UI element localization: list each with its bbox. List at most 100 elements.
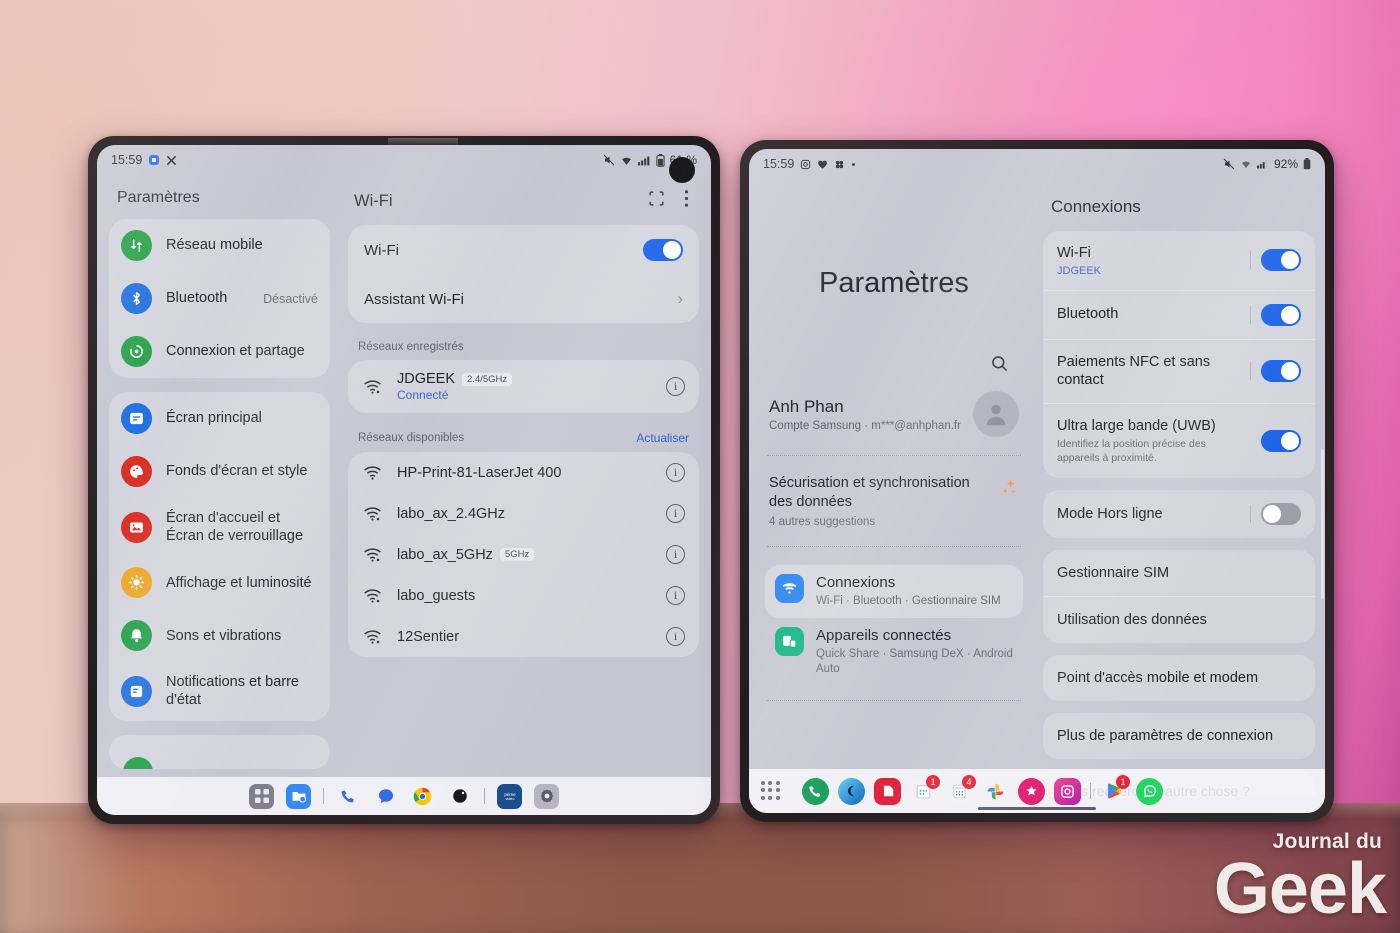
sidebar-item-ecran-accueil-verrouillage[interactable]: Écran d'accueil et Écran de verrouillage: [109, 498, 330, 556]
conn-row-wifi[interactable]: Wi-Fi JDGEEK: [1043, 231, 1315, 290]
conn-row-nfc[interactable]: Paiements NFC et sans contact: [1043, 338, 1315, 403]
available-network-badge: 5GHz: [499, 548, 535, 561]
uwb-switch[interactable]: [1261, 430, 1301, 453]
sidebar-item-affichage-luminosite[interactable]: Affichage et luminosité: [109, 556, 330, 609]
sidebar-item-ecran-principal[interactable]: Écran principal: [109, 392, 330, 445]
category-connexions[interactable]: Connexions Wi-Fi · Bluetooth · Gestionna…: [765, 564, 1023, 618]
info-icon[interactable]: i: [666, 463, 685, 482]
app-drawer-dots-icon[interactable]: [761, 781, 781, 801]
wifi-switch[interactable]: [1261, 249, 1301, 272]
conn-row-uwb[interactable]: Ultra large bande (UWB) Identifiez la po…: [1043, 402, 1315, 479]
conn-row-mode-hors-ligne[interactable]: Mode Hors ligne: [1043, 490, 1315, 538]
partial-green-icon: [123, 756, 153, 769]
home-lock-screen-icon: [121, 511, 152, 543]
info-icon[interactable]: i: [666, 627, 685, 646]
wallpaper-style-icon: [121, 456, 152, 487]
sidebar-group-display: Écran principal Fonds d'écran et style É…: [109, 392, 330, 721]
right-status-time: 15:59: [763, 157, 795, 171]
available-network-row[interactable]: labo_guests i: [348, 575, 699, 616]
info-icon[interactable]: i: [666, 504, 685, 523]
available-network-ssid: labo_guests: [397, 587, 476, 604]
available-network-row[interactable]: 12Sentier i: [348, 616, 699, 657]
my-files-icon[interactable]: [286, 783, 311, 809]
shazam-icon[interactable]: [838, 777, 865, 805]
more-vertical-icon[interactable]: [684, 189, 689, 213]
sidebar-item-bluetooth[interactable]: Bluetooth Désactivé: [109, 272, 330, 325]
samsung-account-row[interactable]: Anh Phan Compte Samsung · m***@anhphan.f…: [765, 391, 1023, 437]
conn-row-bluetooth[interactable]: Bluetooth: [1043, 289, 1315, 339]
available-network-row[interactable]: labo_ax_2.4GHz i: [348, 493, 699, 534]
settings-main-pane: Paramètres Anh Phan Compte Samsung · m**…: [749, 179, 1039, 813]
conn-label: Wi-Fi: [1057, 245, 1091, 261]
settings-icon[interactable]: [534, 783, 559, 809]
instagram-icon[interactable]: [1054, 777, 1081, 805]
wifi-panel-title: Wi-Fi: [354, 191, 393, 210]
samsung-notes-icon[interactable]: [874, 777, 901, 805]
saved-network-row[interactable]: JDGEEK 2.4/5GHz Connecté i: [348, 360, 699, 413]
chrome-icon[interactable]: [410, 784, 435, 809]
available-networks-label: Réseaux disponibles: [358, 432, 465, 444]
play-store-icon[interactable]: 1: [1100, 774, 1130, 805]
conn-label: Bluetooth: [1057, 306, 1119, 323]
saved-networks-section-label: Réseaux enregistrés: [348, 337, 699, 360]
qr-scan-icon[interactable]: [647, 189, 666, 213]
suggestion-row[interactable]: Sécurisation et synchronisation des donné…: [765, 474, 1023, 528]
wifi-icon: [620, 155, 633, 166]
amazon-prime-video-icon[interactable]: prime video: [497, 783, 522, 809]
phone-icon[interactable]: [336, 784, 361, 809]
search-button[interactable]: [765, 354, 1023, 373]
airplane-switch[interactable]: [1261, 503, 1301, 526]
app-drawer-icon[interactable]: [249, 783, 274, 809]
wifi-toggle-label: Wi-Fi: [364, 241, 399, 259]
conn-value: JDGEEK: [1057, 264, 1102, 277]
account-name: Anh Phan: [769, 396, 844, 416]
available-network-row[interactable]: labo_ax_5GHz 5GHz i: [348, 534, 699, 575]
link-plus-parametres[interactable]: Plus de paramètres de connexion: [1043, 713, 1315, 759]
sidebar-item-label: Bluetooth: [166, 290, 228, 307]
sparkle-icon: [999, 474, 1019, 503]
sidebar-item-label: Connexion et partage: [166, 343, 305, 360]
separator: [484, 788, 485, 804]
divider: [1250, 362, 1251, 381]
signal-icon: [1256, 159, 1269, 169]
wifi-switch[interactable]: [643, 239, 683, 261]
sidebar-item-connexion-partage[interactable]: Connexion et partage: [109, 325, 330, 378]
scene: 15:59 % Paramètres Réseau mobile Bluetoo…: [0, 0, 1400, 933]
wifi-toggle-row[interactable]: Wi-Fi: [348, 225, 699, 275]
phone-icon[interactable]: [802, 777, 829, 805]
separator: [323, 788, 324, 804]
calculator-icon[interactable]: 4: [946, 774, 976, 805]
gesture-bar[interactable]: [978, 807, 1096, 810]
link-gestionnaire-sim[interactable]: Gestionnaire SIM: [1043, 550, 1315, 596]
google-photos-icon[interactable]: [982, 778, 1009, 805]
calendar-icon[interactable]: 1: [910, 774, 940, 805]
link-utilisation-donnees[interactable]: Utilisation des données: [1043, 596, 1315, 643]
camera-icon[interactable]: [447, 784, 472, 809]
instagram-icon: [800, 159, 811, 170]
available-network-ssid: labo_ax_5GHz: [397, 546, 493, 563]
avatar-icon[interactable]: [973, 391, 1019, 437]
info-icon[interactable]: i: [666, 586, 685, 605]
info-icon[interactable]: i: [666, 377, 685, 396]
scrollbar[interactable]: [1321, 449, 1324, 599]
connexions-pane: Connexions Wi-Fi JDGEEK Bluetooth Paieme…: [1039, 179, 1325, 813]
samsung-gallery-icon[interactable]: [1018, 777, 1045, 805]
wifi-assistant-row[interactable]: Assistant Wi-Fi ›: [348, 275, 699, 323]
refresh-button[interactable]: Actualiser: [636, 431, 689, 445]
whatsapp-icon[interactable]: [1136, 777, 1163, 805]
bluetooth-switch[interactable]: [1261, 303, 1301, 326]
sidebar-item-sons-vibrations[interactable]: Sons et vibrations: [109, 609, 330, 662]
sidebar-item-reseau-mobile[interactable]: Réseau mobile: [109, 219, 330, 272]
nfc-switch[interactable]: [1261, 360, 1301, 383]
link-point-acces-mobile[interactable]: Point d'accès mobile et modem: [1043, 655, 1315, 701]
saved-network-status: Connecté: [397, 388, 449, 402]
messages-icon[interactable]: [373, 784, 398, 809]
sidebar-item-fonds-ecran[interactable]: Fonds d'écran et style: [109, 445, 330, 498]
divider: [767, 545, 1021, 547]
sidebar-item-notifications[interactable]: Notifications et barre d'état: [109, 662, 330, 720]
divider: [767, 455, 1021, 456]
available-network-row[interactable]: HP-Print-81-LaserJet 400 i: [348, 452, 699, 493]
info-icon[interactable]: i: [666, 545, 685, 564]
badge-count: 1: [1116, 774, 1130, 789]
category-appareils-connectes[interactable]: Appareils connectés Quick Share · Samsun…: [765, 618, 1023, 686]
